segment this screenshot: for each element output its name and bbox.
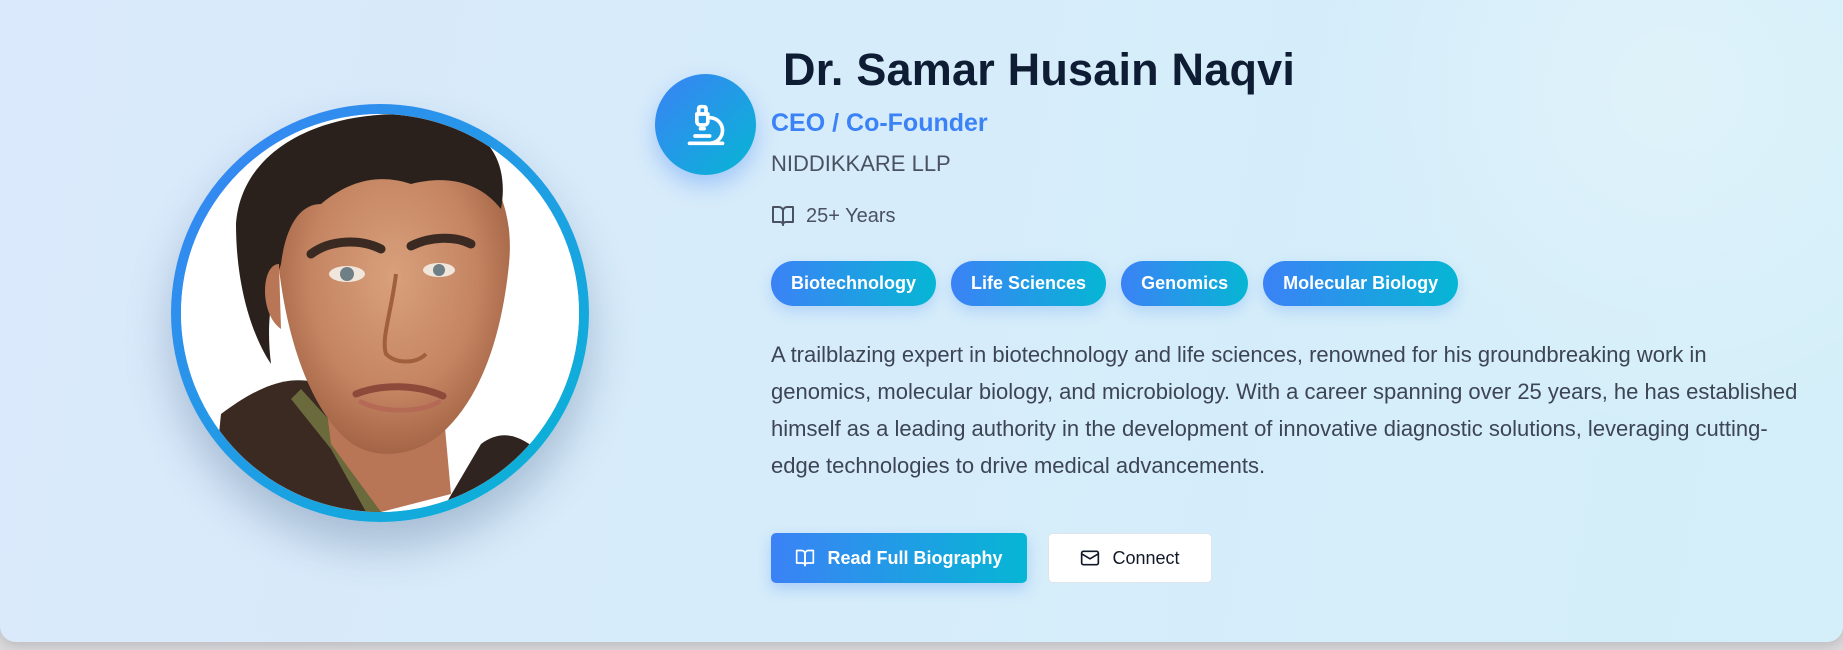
portrait-photo [181,114,579,512]
tag-molecular-biology: Molecular Biology [1263,261,1459,306]
action-buttons: Read Full Biography Connect [771,533,1212,583]
profile-bio: A trailblazing expert in biotechnology a… [771,342,1798,478]
profile-name: Dr. Samar Husain Naqvi [783,44,1296,95]
experience-line: 25+ Years [771,204,896,228]
read-full-biography-label: Read Full Biography [827,547,1003,568]
book-open-icon [771,204,795,228]
avatar-ring [171,104,589,522]
connect-label: Connect [1112,547,1180,568]
microscope-icon [684,103,728,147]
tag-genomics: Genomics [1121,261,1249,306]
read-full-biography-button[interactable]: Read Full Biography [771,533,1027,583]
experience-text: 25+ Years [806,204,896,227]
profile-organization: NIDDIKKARE LLP [771,151,951,176]
connect-button[interactable]: Connect [1048,533,1212,583]
tag-biotechnology: Biotechnology [771,261,936,306]
microscope-badge [655,74,756,175]
book-open-icon [795,548,815,568]
profile-card: Dr. Samar Husain Naqvi CEO / Co-Founder … [0,0,1843,642]
expertise-tags: Biotechnology Life Sciences Genomics Mol… [771,261,1459,306]
tag-life-sciences: Life Sciences [951,261,1107,306]
profile-role: CEO / Co-Founder [771,109,988,137]
avatar [181,114,579,512]
mail-icon [1080,548,1100,568]
